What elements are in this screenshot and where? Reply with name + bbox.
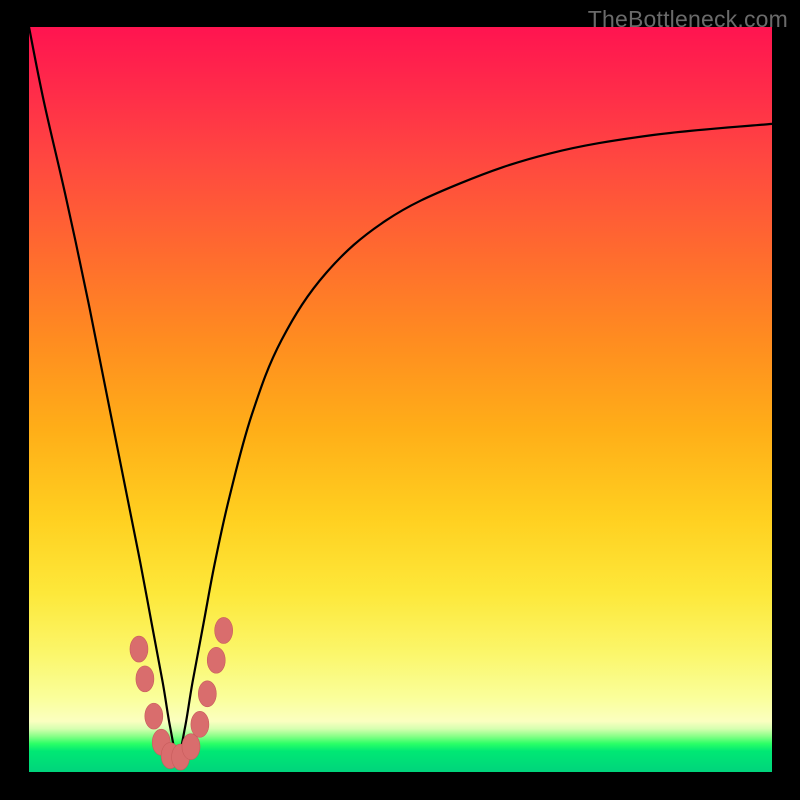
bead-marker <box>145 703 163 729</box>
watermark-text: TheBottleneck.com <box>588 6 788 33</box>
curve-svg <box>29 27 772 772</box>
chart-frame: TheBottleneck.com <box>0 0 800 800</box>
bead-marker <box>198 681 216 707</box>
bead-marker <box>136 666 154 692</box>
plot-area <box>29 27 772 772</box>
bead-marker <box>182 734 200 760</box>
bead-marker <box>215 617 233 643</box>
bead-group <box>130 617 233 770</box>
bead-marker <box>207 647 225 673</box>
bead-marker <box>191 711 209 737</box>
bead-marker <box>130 636 148 662</box>
